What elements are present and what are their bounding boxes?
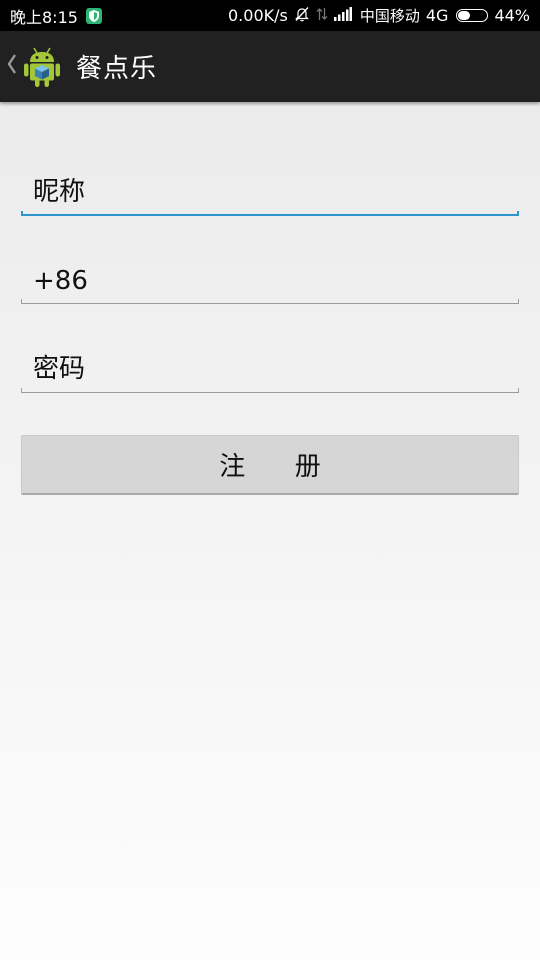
status-bar: 晚上8:15 0.00K/s 中国移动 4G 44%	[0, 0, 540, 31]
password-underline	[21, 392, 519, 393]
nickname-tick-left	[21, 211, 23, 216]
shield-icon	[85, 7, 102, 24]
phone-value: +86	[33, 266, 88, 296]
data-arrows-icon	[316, 6, 328, 26]
mute-bell-icon	[294, 6, 310, 26]
nickname-field[interactable]: 昵称	[21, 170, 519, 216]
battery-percent: 44%	[494, 6, 530, 25]
network-speed: 0.00K/s	[228, 6, 288, 25]
battery-fill	[458, 11, 471, 20]
battery-icon	[456, 9, 489, 22]
action-bar: 餐点乐	[0, 31, 540, 102]
status-left: 晚上8:15	[0, 4, 102, 28]
password-tick-left	[21, 388, 22, 393]
chevron-left-icon[interactable]	[4, 52, 20, 82]
signal-icon	[333, 6, 352, 25]
password-field[interactable]: 密码	[21, 347, 519, 393]
network-type: 4G	[425, 6, 449, 25]
register-button[interactable]: 注 册	[21, 435, 519, 495]
phone-field[interactable]: +86	[21, 258, 519, 304]
nickname-underline	[21, 214, 519, 216]
nickname-tick-right	[517, 211, 519, 216]
page-title: 餐点乐	[76, 54, 158, 84]
phone-tick-left	[21, 299, 22, 304]
phone-underline	[21, 303, 519, 304]
password-placeholder: 密码	[33, 354, 86, 384]
status-right: 0.00K/s 中国移动 4G 44%	[228, 5, 540, 26]
phone-tick-right	[518, 299, 519, 304]
android-icon[interactable]	[22, 45, 62, 89]
status-time: 晚上8:15	[10, 7, 78, 27]
password-tick-right	[518, 388, 519, 393]
nickname-placeholder: 昵称	[33, 177, 86, 207]
register-button-label: 注 册	[219, 452, 321, 482]
carrier-name: 中国移动	[359, 7, 420, 25]
